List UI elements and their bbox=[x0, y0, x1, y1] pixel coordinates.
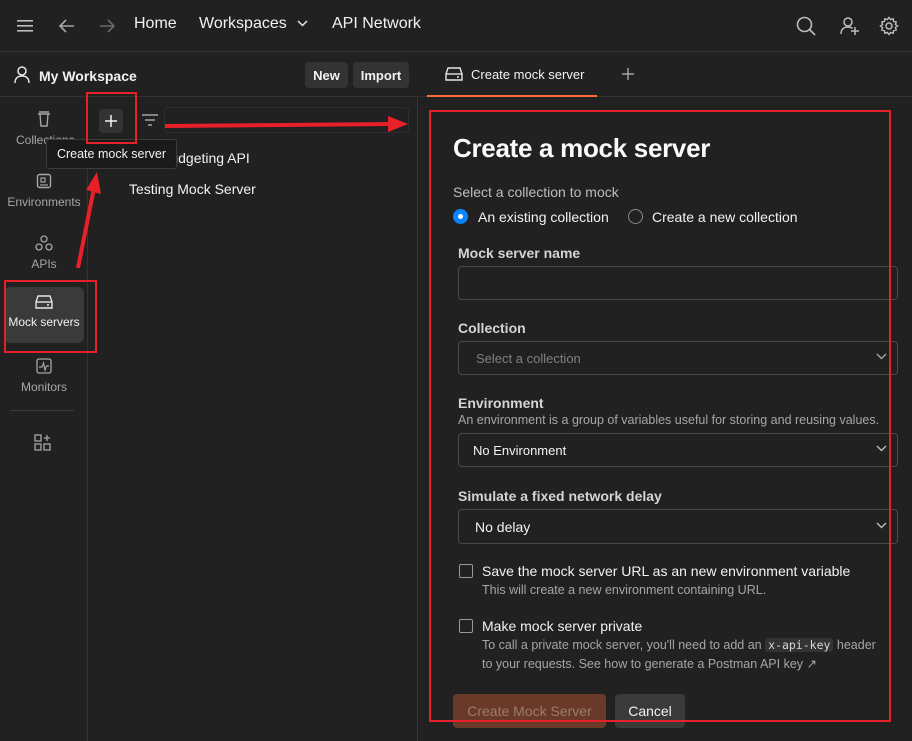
annotation-arrows bbox=[76, 116, 408, 269]
